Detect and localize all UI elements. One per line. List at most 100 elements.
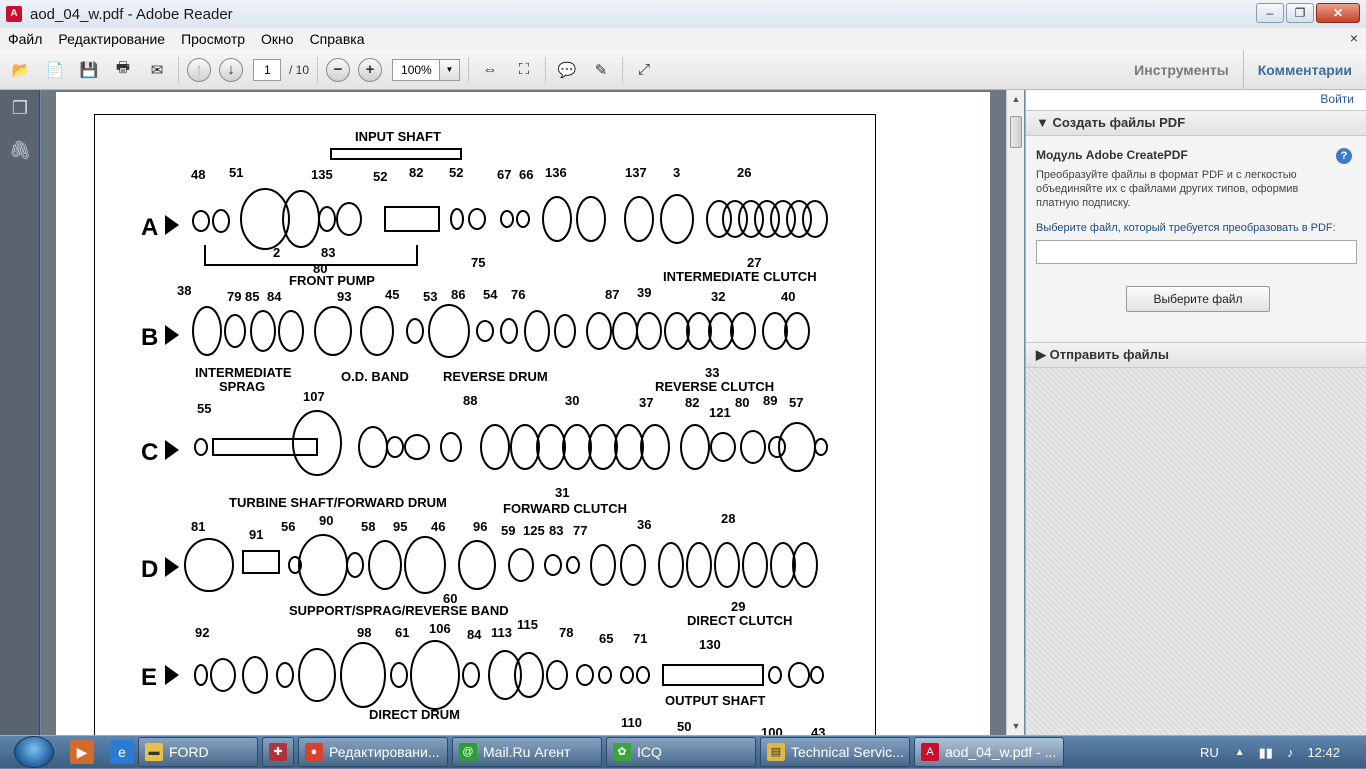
prev-page-icon[interactable]: ↑	[187, 57, 211, 82]
page-number-input[interactable]: 1	[253, 58, 281, 81]
part-number: 32	[711, 289, 725, 304]
network-icon[interactable]: ▮▮	[1259, 745, 1273, 761]
part-number: 36	[637, 517, 651, 532]
part-number: 48	[191, 167, 205, 182]
maximize-button[interactable]: ❐	[1286, 3, 1314, 23]
taskbar-item-adobe[interactable]: A aod_04_w.pdf - ...	[914, 737, 1064, 767]
part-number: 87	[605, 287, 619, 302]
part-number: 80	[313, 261, 327, 276]
open-file-icon[interactable]: 📂	[8, 57, 34, 83]
save-icon[interactable]: 💾	[76, 57, 102, 83]
help-icon[interactable]: ?	[1336, 148, 1352, 164]
vertical-scrollbar[interactable]: ▲ ▼	[1006, 90, 1024, 735]
highlight-icon[interactable]: ✎	[588, 57, 614, 83]
part-number: 93	[337, 289, 351, 304]
menu-help[interactable]: Справка	[302, 31, 373, 47]
row-letter: E	[141, 664, 157, 691]
taskbar-item-icq[interactable]: ✿ ICQ	[606, 737, 756, 767]
pages-icon[interactable]: ❐	[8, 98, 32, 122]
exploded-view-diagram: A B C D E INPUT SHAFT FRONT PUMP INTERME…	[94, 114, 876, 735]
navigation-pane: ❐ 🖇	[0, 90, 40, 735]
taskbar-item-chrome[interactable]: ● Редактировани...	[298, 737, 448, 767]
taskbar-item-technical[interactable]: ▤ Technical Servic...	[760, 737, 910, 767]
choose-file-button[interactable]: Выберите файл	[1126, 286, 1270, 312]
taskbar-item-mailru[interactable]: @ Mail.Ru Агент	[452, 737, 602, 767]
send-files-section-header[interactable]: ▶ Отправить файлы	[1026, 342, 1366, 368]
volume-icon[interactable]: ♪	[1287, 745, 1294, 760]
caption-turbine-shaft: TURBINE SHAFT/FORWARD DRUM	[229, 495, 447, 510]
part-number: 95	[393, 519, 407, 534]
scroll-down-icon[interactable]: ▼	[1007, 717, 1025, 735]
fit-page-icon[interactable]: ⛶	[511, 57, 537, 83]
comment-icon[interactable]: 💬	[554, 57, 580, 83]
print-icon[interactable]: 🖶	[110, 57, 136, 83]
zoom-input[interactable]: 100%	[392, 58, 441, 81]
menu-view[interactable]: Просмотр	[173, 31, 253, 47]
document-icon: ▤	[767, 743, 785, 761]
part-number: 106	[429, 621, 451, 636]
row-b-parts	[192, 304, 810, 358]
scroll-thumb[interactable]	[1010, 116, 1022, 148]
close-button[interactable]: ✕	[1316, 3, 1360, 23]
row-e-numbers: 92 98 61 106 84 113 115 78 65 71 130 110…	[195, 617, 825, 735]
file-input[interactable]	[1036, 240, 1357, 264]
comments-tab[interactable]: Комментарии	[1242, 50, 1366, 90]
menu-file[interactable]: Файл	[0, 31, 50, 47]
clock[interactable]: 12:42	[1307, 745, 1340, 760]
part-number: 29	[731, 599, 745, 614]
chevron-down-icon[interactable]: ▼	[440, 58, 461, 81]
create-pdf-section-header[interactable]: ▼ Создать файлы PDF	[1026, 110, 1366, 136]
part-number: 107	[303, 389, 325, 404]
toolbar-right: Инструменты Комментарии	[1120, 50, 1366, 90]
window-controls: – ❐ ✕	[1254, 3, 1360, 23]
caret-down-icon: ▼	[1036, 115, 1049, 130]
taskbar-item-ford[interactable]: ▬ FORD	[138, 737, 258, 767]
part-number: 125	[523, 523, 545, 538]
next-page-icon[interactable]: ↓	[219, 57, 243, 82]
menu-edit[interactable]: Редактирование	[50, 31, 173, 47]
toolbar-separator	[468, 56, 470, 83]
caption-front-pump: FRONT PUMP	[289, 273, 375, 288]
start-button[interactable]	[14, 736, 54, 768]
part-number: 121	[709, 405, 731, 420]
scroll-up-icon[interactable]: ▲	[1007, 90, 1025, 108]
caption-direct-drum: DIRECT DRUM	[369, 707, 460, 722]
app-icon: ✚	[269, 743, 287, 761]
pdf-icon: A	[6, 6, 22, 22]
email-icon[interactable]: ✉	[144, 57, 170, 83]
menu-window[interactable]: Окно	[253, 31, 302, 47]
fit-width-icon[interactable]: ⇔	[477, 57, 503, 83]
part-number: 65	[599, 631, 613, 646]
menu-bar: Файл Редактирование Просмотр Окно Справк…	[0, 28, 1366, 50]
zoom-in-icon[interactable]: +	[358, 57, 383, 82]
login-link[interactable]: Войти	[1026, 90, 1366, 110]
fullscreen-icon[interactable]: ⤢	[631, 57, 657, 83]
caption-od-band: O.D. BAND	[341, 369, 409, 384]
mail-agent-icon: @	[459, 743, 477, 761]
window-title: aod_04_w.pdf - Adobe Reader	[30, 5, 233, 23]
row-a-numbers: 48 51 135 52 82 52 67 66 136 137 3 26 2 …	[191, 165, 761, 276]
zoom-out-icon[interactable]: −	[326, 57, 351, 82]
part-number: 58	[361, 519, 375, 534]
caption-support-sprag: SUPPORT/SPRAG/REVERSE BAND	[289, 603, 509, 618]
taskbar: ▶ e ▬ FORD ✚ ● Редактировани... @ Mail.R…	[0, 735, 1366, 768]
internet-explorer-icon[interactable]: e	[110, 740, 134, 764]
taskbar-item-calc-icon[interactable]: ✚	[262, 737, 294, 767]
language-indicator[interactable]: RU	[1200, 745, 1219, 760]
create-pdf-icon[interactable]: 📄	[42, 57, 68, 83]
part-number: 52	[373, 169, 387, 184]
tray-expand-icon[interactable]: ▲	[1235, 747, 1245, 758]
caption-sprag: SPRAG	[219, 379, 265, 394]
media-player-icon[interactable]: ▶	[70, 740, 94, 764]
part-number: 53	[423, 289, 437, 304]
close-document-button[interactable]: ×	[1350, 30, 1358, 46]
attachment-icon[interactable]: 🖇	[8, 140, 32, 164]
caption-intermediate: INTERMEDIATE	[195, 365, 292, 380]
chrome-icon: ●	[305, 743, 323, 761]
module-description: Преобразуйте файлы в формат PDF и с легк…	[1036, 169, 1299, 209]
row-letter: C	[141, 439, 158, 466]
tools-tab[interactable]: Инструменты	[1120, 62, 1243, 78]
minimize-button[interactable]: –	[1256, 3, 1284, 23]
row-arrow-icon	[165, 665, 179, 685]
part-number: 81	[191, 519, 205, 534]
